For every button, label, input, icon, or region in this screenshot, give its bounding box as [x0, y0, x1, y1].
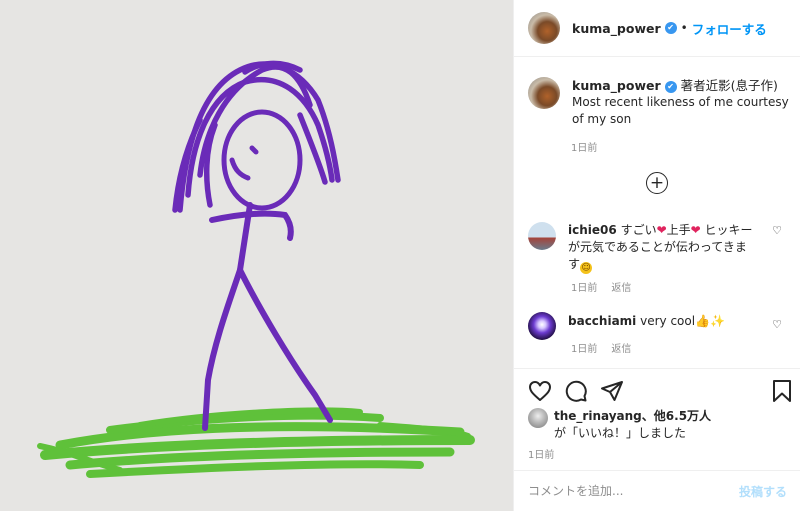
comment-icon[interactable] — [564, 379, 588, 403]
verified-badge-icon: ✔ — [664, 22, 677, 34]
bookmark-icon[interactable] — [770, 379, 794, 403]
caption-username[interactable]: kuma_power — [572, 78, 661, 93]
likes-count[interactable]: 他6.5万人 — [654, 409, 711, 423]
commenter-avatar[interactable] — [528, 222, 556, 250]
post-comment-button[interactable]: 投稿する — [739, 483, 787, 500]
commenter-username[interactable]: ichie06 — [568, 223, 617, 237]
comment-item: ichie06 すごい❤上手❤ ヒッキーが元気であることが伝わってきます☺ ♡ — [528, 222, 790, 274]
instagram-post: kuma_power ✔ • フォローする kuma_power ✔ 著者近影(息… — [0, 0, 800, 511]
author-avatar[interactable] — [528, 12, 560, 44]
sparkles-emoji-icon: ✨ — [710, 314, 725, 328]
heart-icon[interactable] — [528, 379, 552, 403]
reply-button[interactable]: 返信 — [611, 283, 631, 294]
comment-like-heart-icon[interactable]: ♡ — [772, 224, 782, 237]
comment-item: bacchiami very cool👍✨ ♡ — [528, 312, 790, 340]
smile-emoji-icon: ☺ — [580, 262, 593, 274]
likes-summary: the_rinayang、他6.5万人 が「いいね！」しました — [528, 408, 711, 442]
post-image[interactable] — [0, 0, 513, 511]
hair-strokes — [172, 60, 341, 213]
follow-button[interactable]: フォローする — [692, 19, 767, 38]
author-username[interactable]: kuma_power — [572, 21, 661, 36]
likes-separator: 、 — [641, 409, 654, 423]
post-actions-bar — [528, 379, 794, 405]
verified-badge-icon: ✔ — [664, 80, 677, 93]
body — [202, 202, 333, 431]
liker-avatar[interactable] — [528, 408, 548, 428]
caption-timestamp[interactable]: 1日前 — [571, 139, 597, 154]
comment-timestamp[interactable]: 1日前 — [571, 283, 597, 294]
heart-emoji-icon: ❤ — [656, 223, 667, 237]
post-caption: kuma_power ✔ 著者近影(息子作) Most recent likene… — [528, 77, 790, 128]
separator-dot: • — [680, 21, 688, 35]
plus-circle-icon: + — [649, 172, 665, 193]
post-side-panel: kuma_power ✔ • フォローする kuma_power ✔ 著者近影(息… — [513, 0, 800, 511]
comment-meta: 1日前 返信 — [571, 340, 645, 355]
caption-title: 著者近影(息子作) — [680, 78, 778, 93]
liker-username[interactable]: the_rinayang — [554, 409, 642, 423]
likes-suffix: が「いいね！」しました — [554, 426, 687, 440]
load-more-comments-button[interactable]: + — [646, 172, 668, 194]
add-comment-bar: 投稿する — [514, 470, 800, 511]
comment-input[interactable] — [528, 484, 739, 498]
grass-scribble — [37, 407, 475, 478]
thumbs-up-emoji-icon: 👍 — [695, 314, 711, 328]
comment-like-heart-icon[interactable]: ♡ — [772, 318, 782, 331]
post-timestamp[interactable]: 1日前 — [528, 446, 554, 461]
comment-text: very cool — [640, 314, 696, 328]
share-icon[interactable] — [600, 379, 624, 403]
divider — [514, 368, 800, 369]
heart-emoji-icon: ❤ — [690, 223, 701, 237]
commenter-username[interactable]: bacchiami — [568, 314, 636, 328]
commenter-avatar[interactable] — [528, 312, 556, 340]
comment-timestamp[interactable]: 1日前 — [571, 344, 597, 355]
reply-button[interactable]: 返信 — [611, 344, 631, 355]
face — [221, 109, 303, 211]
comment-text: 上手 — [666, 223, 691, 237]
comment-text: すごい — [620, 223, 657, 237]
comment-meta: 1日前 返信 — [571, 279, 645, 294]
caption-avatar[interactable] — [528, 77, 560, 109]
post-header: kuma_power ✔ • フォローする — [514, 0, 800, 57]
caption-text: Most recent likeness of me courtesy of m… — [572, 95, 789, 126]
stick-figure-drawing — [37, 60, 475, 478]
